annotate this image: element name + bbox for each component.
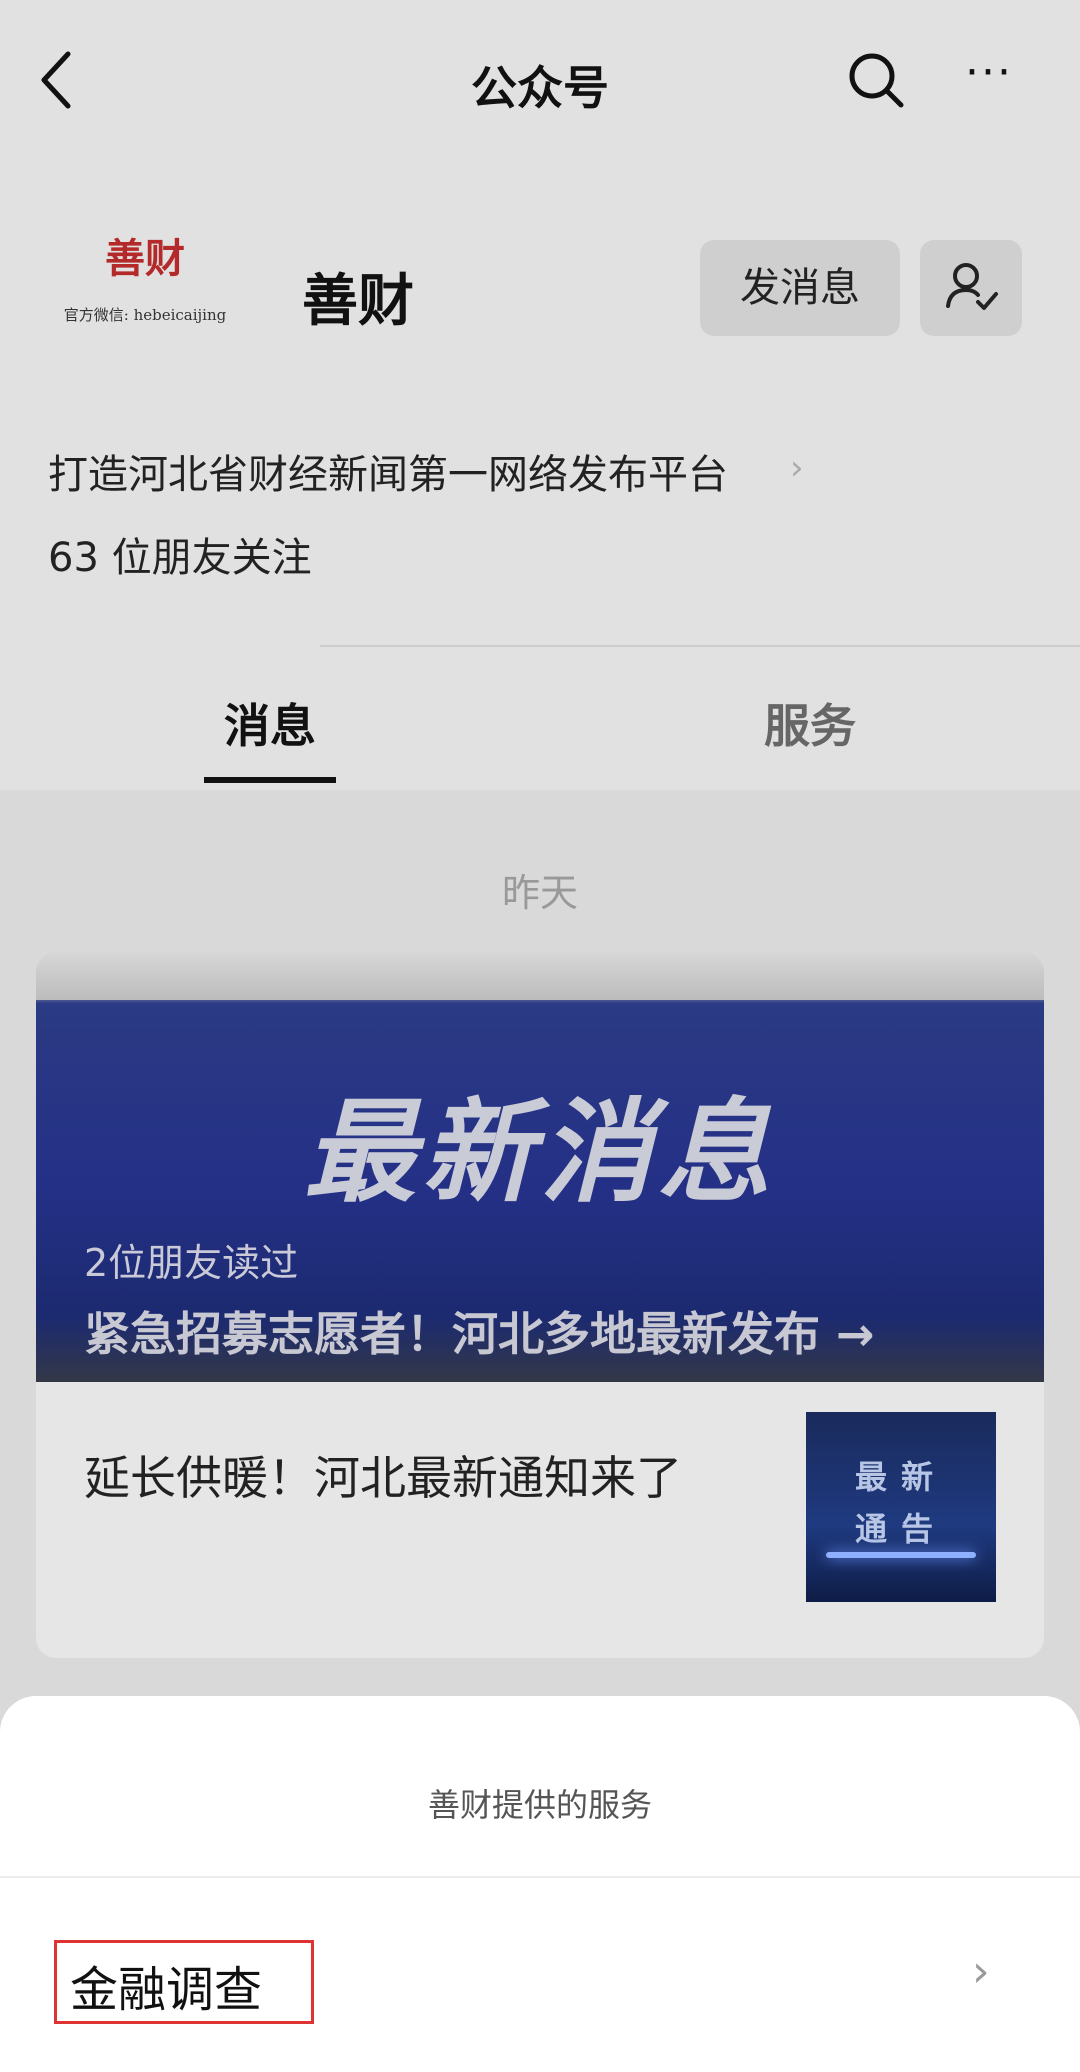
friends-read-label: 2位朋友读过 [84,1241,299,1285]
more-icon[interactable]: ··· [965,51,1025,98]
tab-services[interactable]: 服务 [690,690,930,756]
article-thumbnail[interactable]: 最新 通告 [806,1412,996,1602]
thumb-text-line1: 最新 [854,1458,947,1496]
send-message-button[interactable]: 发消息 [700,240,900,336]
article-item-title[interactable]: 延长供暖！河北最新通知来了 [84,1442,682,1508]
follower-count: 63 位朋友关注 [48,535,312,581]
logo-text: 善财 [105,235,185,282]
service-label[interactable]: 金融调查 [70,1950,262,2020]
page-title: 公众号 [471,61,609,115]
follow-status-button[interactable] [920,240,1022,336]
search-icon[interactable] [846,50,906,110]
date-label: 昨天 [501,871,578,915]
article-headline[interactable]: 紧急招募志愿者！河北多地最新发布 → [84,1298,875,1364]
tab-messages[interactable]: 消息 [150,690,390,756]
article-card[interactable]: 最新消息 2位朋友读过 紧急招募志愿者！河北多地最新发布 → 延长供暖！河北最新… [36,952,1044,1658]
active-tab-indicator [204,777,336,783]
chevron-right-icon: › [972,1946,990,1997]
banner-top-strip [36,952,1044,1000]
chevron-right-icon: › [790,448,804,488]
banner-title: 最新消息 [304,1088,776,1218]
article-banner[interactable]: 最新消息 2位朋友读过 紧急招募志愿者！河北多地最新发布 → [36,952,1044,1382]
account-name: 善财 [302,269,414,334]
user-check-icon [946,263,998,310]
thumb-glow [826,1552,976,1558]
thumb-text-line2: 通告 [854,1510,947,1548]
services-sheet: 善财提供的服务 金融调查 › [0,1696,1080,2072]
sheet-title: 善财提供的服务 [427,1786,652,1824]
account-logo: 善财 官方微信: hebeicaijing [40,226,250,336]
logo-subtext: 官方微信: hebeicaijing [63,306,227,324]
account-description[interactable]: 打造河北省财经新闻第一网络发布平台 [48,442,728,500]
divider [320,645,1080,647]
